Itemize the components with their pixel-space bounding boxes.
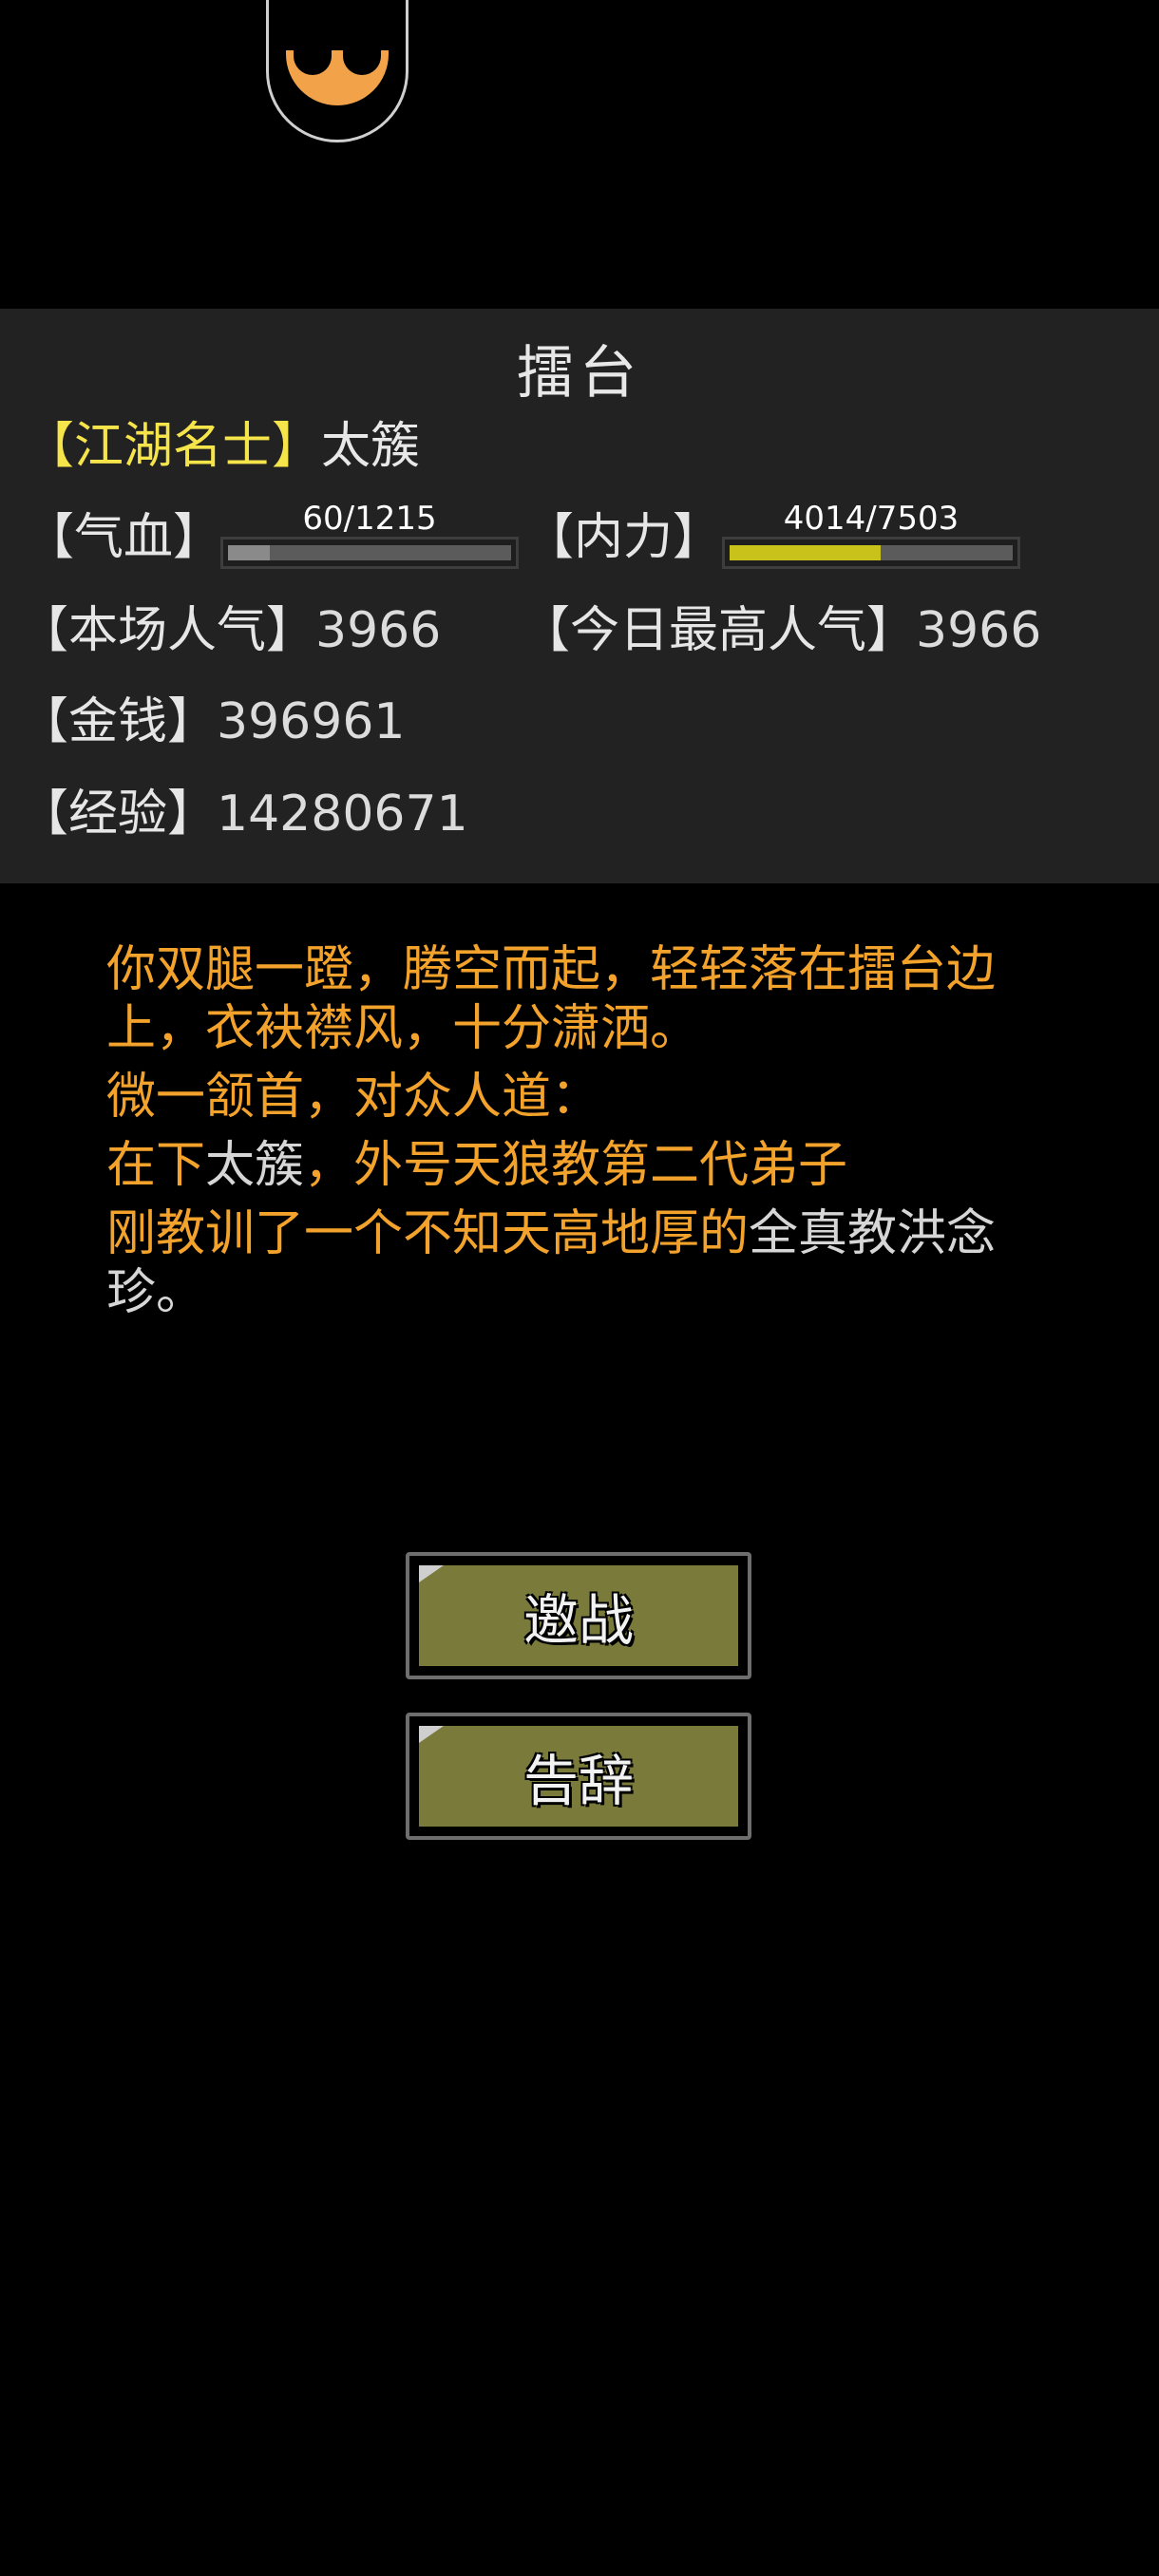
player-rank: 【江湖名士】 [25, 418, 322, 475]
challenge-button-face[interactable]: 邀战 [419, 1565, 738, 1666]
exp-row: 【经验】14280671 [19, 789, 468, 839]
top-popularity-row: 【今日最高人气】3966 [521, 606, 1041, 655]
avatar [256, 0, 418, 142]
story-line-3: 在下太簇，外号天狼教第二代弟子 [106, 1136, 1056, 1195]
story-line-2: 微一颔首，对众人道： [106, 1069, 601, 1126]
hp-bar [220, 537, 519, 569]
money-row: 【金钱】396961 [19, 697, 406, 747]
button-corner-decoration [419, 1565, 444, 1582]
story-line-3-prefix: 在下 [106, 1137, 206, 1194]
page-title: 擂台 [517, 340, 642, 407]
popularity-row: 【本场人气】3966 [19, 606, 441, 655]
leave-button-label: 告辞 [522, 1749, 634, 1813]
story-text: 你双腿一蹬，腾空而起，轻轻落在擂台边上，衣袂襟风，十分潇洒。 微一颔首，对众人道… [106, 940, 1056, 1322]
leave-button[interactable]: 告辞 [406, 1713, 751, 1840]
story-line-4-prefix: 刚教训了一个不知天高地厚的 [106, 1205, 750, 1262]
popularity-value: 3966 [315, 602, 442, 659]
exp-value: 14280671 [217, 786, 468, 843]
hp-value: 60/1215 [302, 500, 437, 538]
hp-label: 【气血】 [25, 509, 223, 566]
character-face-icon [286, 50, 389, 105]
mp-bar [722, 537, 1020, 569]
top-popularity-value: 3966 [916, 602, 1042, 659]
mp-value: 4014/7503 [783, 500, 960, 538]
top-popularity-label: 【今日最高人气】 [521, 602, 917, 659]
money-label: 【金钱】 [19, 693, 218, 750]
story-line-3-suffix: ，外号天狼教第二代弟子 [304, 1137, 848, 1194]
leave-button-face[interactable]: 告辞 [419, 1726, 738, 1827]
popularity-label: 【本场人气】 [19, 602, 316, 659]
story-line-4: 刚教训了一个不知天高地厚的全真教洪念珍。 [106, 1204, 1056, 1322]
challenge-button[interactable]: 邀战 [406, 1552, 751, 1679]
button-corner-decoration [419, 1726, 444, 1743]
story-player-name: 太簇 [205, 1137, 305, 1194]
story-line-4-end: 。 [156, 1264, 206, 1321]
mp-label: 【内力】 [524, 509, 723, 566]
player-header: 【江湖名士】太簇 [25, 422, 420, 471]
story-line-1: 你双腿一蹬，腾空而起，轻轻落在擂台边上，衣袂襟风，十分潇洒。 [106, 941, 997, 1057]
player-name: 太簇 [321, 418, 421, 475]
money-value: 396961 [217, 693, 406, 750]
challenge-button-label: 邀战 [522, 1588, 634, 1653]
exp-label: 【经验】 [19, 786, 218, 843]
